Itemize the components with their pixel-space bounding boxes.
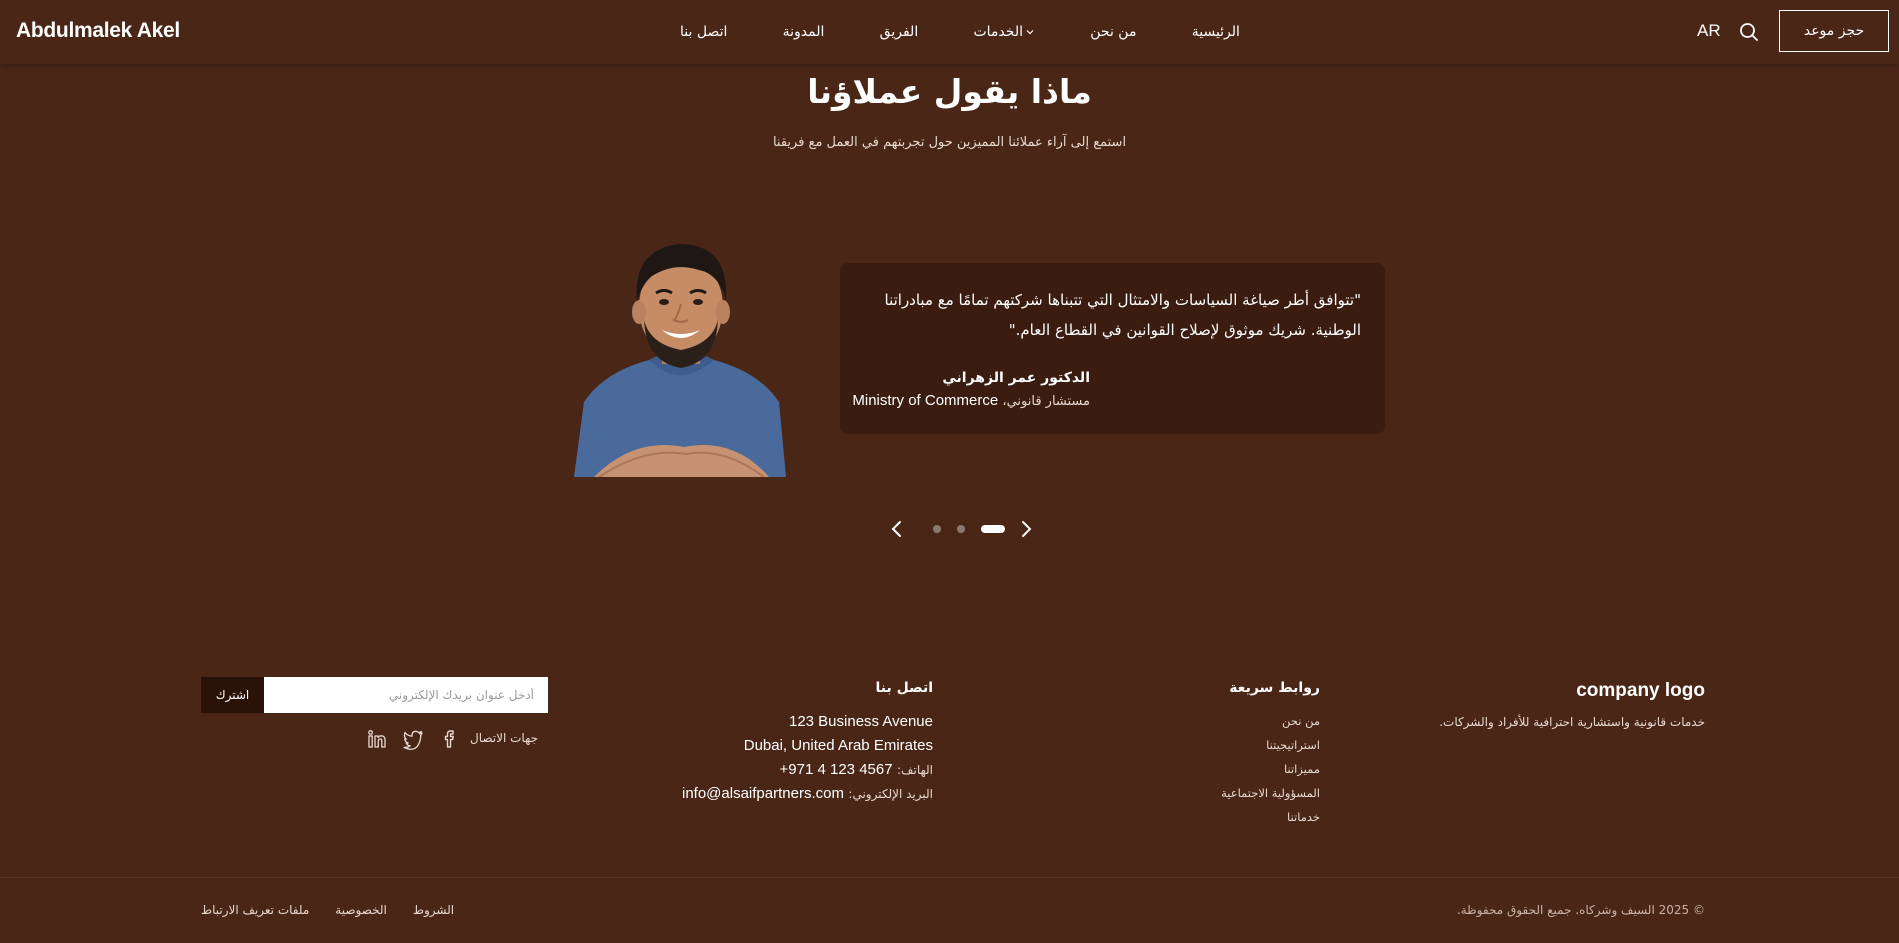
legal-terms-link[interactable]: الشروط <box>413 903 454 917</box>
contact-phone-value[interactable]: +971 4 123 4567 <box>780 761 893 778</box>
twitter-icon[interactable] <box>402 728 424 750</box>
footer-contact: اتصل بنا 123 Business Avenue Dubai, Unit… <box>640 680 933 806</box>
testimonial-role-title: مستشار قانوني، <box>1002 394 1090 409</box>
contact-email-value[interactable]: info@alsaifpartners.com <box>682 785 844 802</box>
nav-about[interactable]: من نحن <box>1090 24 1136 40</box>
quick-link-services[interactable]: خدماتنا <box>1180 805 1320 829</box>
carousel-dot-1[interactable] <box>933 525 941 533</box>
testimonial-quote: "تتوافق أطر صياغة السياسات والامتثال الت… <box>884 291 1362 339</box>
testimonial-author: الدكتور عمر الزهراني <box>942 370 1090 386</box>
testimonials-subtitle: استمع إلى آراء عملائنا المميزين حول تجرب… <box>772 135 1127 150</box>
contact-heading: اتصل بنا <box>875 680 933 696</box>
contact-address-line1: 123 Business Avenue <box>788 713 933 730</box>
search-icon[interactable] <box>1737 20 1761 44</box>
contact-address-line2: Dubai, United Arab Emirates <box>743 737 933 754</box>
copyright-text: © 2025 السيف وشركاه. جميع الحقوق محفوظة. <box>1456 903 1705 917</box>
nav-services-label: الخدمات <box>973 24 1023 40</box>
quick-link-about[interactable]: من نحن <box>1180 709 1320 733</box>
quick-link-social-responsibility[interactable]: المسؤولية الاجتماعية <box>1180 781 1320 805</box>
carousel-dot-2[interactable] <box>957 525 965 533</box>
nav-contact[interactable]: اتصل بنا <box>680 24 727 40</box>
legal-links: الشروط الخصوصية ملفات تعريف الارتباط <box>201 903 454 917</box>
language-switch[interactable]: AR <box>1697 21 1721 41</box>
testimonial-organization: Ministry of Commerce <box>852 392 999 409</box>
facebook-icon[interactable] <box>439 728 461 750</box>
contact-email-label: البريد الإلكتروني: <box>848 787 933 801</box>
brand-logo[interactable]: Abdulmalek Akel <box>16 19 180 43</box>
contact-phone-label: الهاتف: <box>897 763 933 777</box>
book-appointment-button[interactable]: حجز موعد <box>1779 10 1889 52</box>
contact-phone: الهاتف: +971 4 123 4567 <box>640 758 933 782</box>
testimonial-card: "تتوافق أطر صياغة السياسات والامتثال الت… <box>840 263 1385 434</box>
contact-lines: 123 Business Avenue Dubai, United Arab E… <box>640 710 933 806</box>
nav-home[interactable]: الرئيسية <box>1192 24 1240 40</box>
legal-privacy-link[interactable]: الخصوصية <box>335 903 387 917</box>
chevron-left-icon[interactable] <box>888 519 906 539</box>
footer-quick-links: روابط سريعة من نحن استراتيجيتنا مميزاتنا… <box>1180 680 1320 829</box>
contact-email: البريد الإلكتروني: info@alsaifpartners.c… <box>640 782 933 806</box>
carousel-dot-3-active[interactable] <box>981 525 1005 533</box>
chevron-down-icon <box>1026 30 1034 35</box>
quick-links-heading: روابط سريعة <box>1229 680 1320 696</box>
chevron-right-icon[interactable] <box>1017 519 1035 539</box>
person-photo <box>574 244 786 477</box>
testimonials-title: ماذا يقول عملاؤنا <box>807 72 1092 111</box>
main-nav: الرئيسية من نحن الخدمات الفريق المدونة ا… <box>680 20 1240 44</box>
footer-description: خدمات قانونية واستشارية احترافية للأفراد… <box>1439 715 1705 729</box>
testimonial-avatar <box>574 232 786 477</box>
newsletter-email-input[interactable] <box>264 677 548 713</box>
subscribe-button[interactable]: اشترك <box>201 677 264 713</box>
footer-company: company logo خدمات قانونية واستشارية احت… <box>1439 680 1705 729</box>
legal-cookies-link[interactable]: ملفات تعريف الارتباط <box>201 903 309 917</box>
quick-link-features[interactable]: مميزاتنا <box>1180 757 1320 781</box>
footer-logo: company logo <box>1576 680 1705 701</box>
social-label: جهات الاتصال <box>470 731 539 745</box>
quick-link-strategy[interactable]: استراتيجيتنا <box>1180 733 1320 757</box>
nav-team[interactable]: الفريق <box>880 24 919 40</box>
quick-links-list: من نحن استراتيجيتنا مميزاتنا المسؤولية ا… <box>1180 709 1320 829</box>
nav-blog[interactable]: المدونة <box>783 24 825 40</box>
nav-services[interactable]: الخدمات <box>973 24 1035 40</box>
testimonial-role: مستشار قانوني، Ministry of Commerce <box>852 392 1090 409</box>
newsletter-form: اشترك <box>201 677 548 713</box>
linkedin-icon[interactable] <box>366 728 388 750</box>
footer-divider <box>0 877 1899 878</box>
site-header: Abdulmalek Akel الرئيسية من نحن الخدمات … <box>0 0 1899 64</box>
